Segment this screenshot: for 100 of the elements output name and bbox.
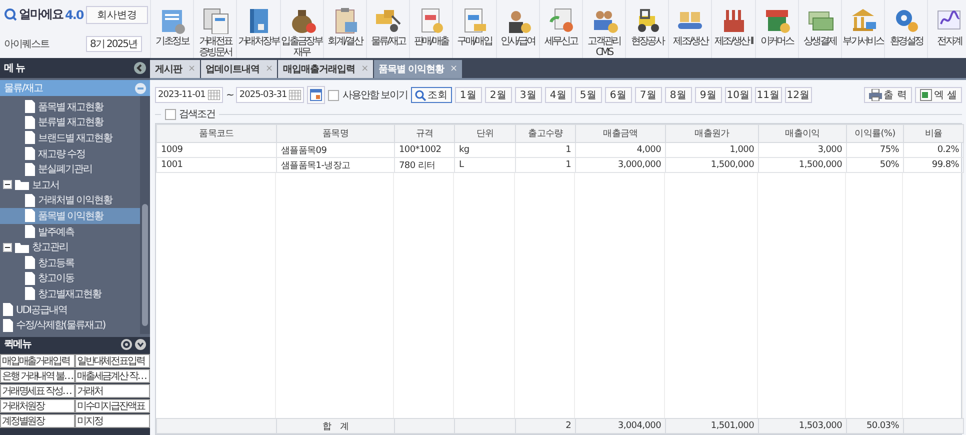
column-header[interactable]: 비율 [904,124,964,142]
column-header[interactable]: 규격 [394,124,454,142]
tree-item[interactable]: UDI공급내역 [0,302,140,318]
month-button[interactable]: 9월 [694,87,722,103]
toolbar-item[interactable]: 상생결제 [798,0,841,58]
table-cell: 샘플품목09 [276,142,394,158]
quick-menu-item[interactable]: 거래처원장 [0,399,75,413]
quick-menu-item[interactable]: 미수미지급잔액표 [75,399,150,413]
tree-item[interactable]: 브랜드별 재고현황 [0,130,140,146]
search-conditions-checkbox[interactable] [165,108,176,120]
quick-menu-item[interactable]: 거래처 [75,384,150,398]
tree-item[interactable]: 발주예측 [0,224,140,240]
month-button[interactable]: 5월 [574,87,602,103]
tree-item[interactable]: 재고량 수정 [0,146,140,162]
table-cell: 780 리터 [394,158,454,172]
quick-menu-item[interactable]: 계정별원장 [0,414,75,428]
tree-item[interactable]: 보고서 [0,176,140,193]
toolbar-item[interactable]: 거래전표 증빙문서 [193,0,236,58]
month-button[interactable]: 10월 [724,87,752,103]
period-select[interactable]: 8기 2025년 [86,36,142,52]
column-header[interactable]: 매출이익 [758,124,846,142]
tab[interactable]: 게시판 × [150,60,200,78]
toolbar-item[interactable]: 회계/결산 [322,0,366,58]
end-date-field[interactable]: 2025-03-31 [236,87,304,103]
quick-menu-item[interactable]: 거래명세표 작성… [0,384,75,398]
table-cell: 1001 [156,158,276,172]
tree-item[interactable]: 분류별 재고현황 [0,114,140,130]
column-header[interactable]: 출고수량 [516,124,576,142]
folder-icon [15,179,29,190]
toolbar-item[interactable]: 고객관리 CMS [582,0,626,58]
month-button[interactable]: 6월 [604,87,632,103]
column-header[interactable]: 이익률(%) [846,124,904,142]
tree-item[interactable]: 창고등록 [0,254,140,271]
print-button[interactable]: 출 력 [864,87,912,103]
tab[interactable]: 업데이트내역 × [200,60,278,78]
month-button[interactable]: 8월 [664,87,692,103]
search-icon [4,8,17,21]
tree-item[interactable]: 수정/삭제함(물류재고) [0,317,140,333]
month-button[interactable]: 1월 [454,87,482,103]
column-header[interactable]: 품목코드 [156,124,276,142]
month-button[interactable]: 2월 [484,87,512,103]
scrollbar[interactable] [140,96,150,334]
document-icon [3,303,13,316]
month-button[interactable]: 11월 [754,87,782,103]
settings-icon[interactable] [121,338,132,350]
toolbar-item[interactable]: 세무신고 [538,0,582,58]
month-button[interactable]: 4월 [544,87,572,103]
column-header[interactable]: 단위 [454,124,516,142]
toolbar-item[interactable]: 기초정보 [150,0,194,58]
search-icon [414,90,426,100]
total-cell: 합 계 [276,418,394,434]
folder-icon [15,242,29,253]
excel-button[interactable]: 엑 셀 [914,87,962,103]
expand-icon[interactable] [135,338,146,350]
toolbar-item[interactable]: 제조/생산 II [711,0,755,58]
total-cell: 3,004,000 [576,418,666,434]
tree-item[interactable]: 거래처별 이익현황 [0,192,140,208]
document-icon [25,256,35,270]
toolbar-item[interactable]: 판매/매출 [409,0,452,58]
tab[interactable]: 매입매출거래입력 × [278,60,373,78]
quick-menu-item[interactable]: 은행 거래내역 불… [0,369,75,383]
tree-item[interactable]: 창고관리 [0,239,140,255]
column-header[interactable]: 품목명 [276,124,394,142]
collapse-icon[interactable] [134,62,146,74]
calendar-icon [310,89,322,101]
column-header[interactable]: 매출금액 [576,124,666,142]
show-unused-checkbox[interactable] [328,90,340,100]
table-cell: 3,000,000 [576,158,666,172]
tree-item[interactable]: 품목별 재고현황 [0,99,140,115]
calendar-button[interactable] [307,86,326,104]
toolbar-item[interactable]: 입출금장부 재무 [280,0,323,58]
toolbar-item[interactable]: 구매/매입 [452,0,496,58]
column-header[interactable]: 매출원가 [666,124,758,142]
quick-menu-item[interactable]: 매입매출거래입력 [0,354,75,368]
month-button[interactable]: 3월 [514,87,542,103]
quick-menu-item[interactable]: 일반대체전표입력 [75,354,150,368]
document-icon [25,100,35,114]
toolbar-item[interactable]: 전자계 [927,0,966,58]
table-cell: L [454,158,516,172]
quick-menu-item[interactable]: 미지정 [75,414,150,428]
table-cell: 50% [846,158,904,172]
document-icon [3,318,13,332]
toolbar-item[interactable]: 거래처장부 [236,0,280,58]
month-button[interactable]: 7월 [634,87,662,103]
search-button[interactable]: 조회 [410,87,452,103]
start-date-field[interactable]: 2023-11-01 [155,87,223,103]
tree-item[interactable]: 창고이동 [0,270,140,286]
table-cell: 100*1002 [394,142,454,158]
document-icon [25,116,35,129]
tree-item[interactable]: 분실폐기관리 [0,161,140,177]
tree-item[interactable]: 창고별재고현황 [0,286,140,302]
change-company-button[interactable]: 회사변경 [86,6,148,24]
company-name: 아이퀘스트 [4,38,50,50]
document-icon [25,147,35,160]
quick-menu-item[interactable]: 매출세금계산 작… [75,369,150,383]
printer-icon [868,89,882,101]
month-button[interactable]: 12월 [784,87,812,103]
table-cell: kg [454,142,516,158]
minus-icon [135,82,146,94]
toolbar-item[interactable]: 이커머스 [754,0,798,58]
